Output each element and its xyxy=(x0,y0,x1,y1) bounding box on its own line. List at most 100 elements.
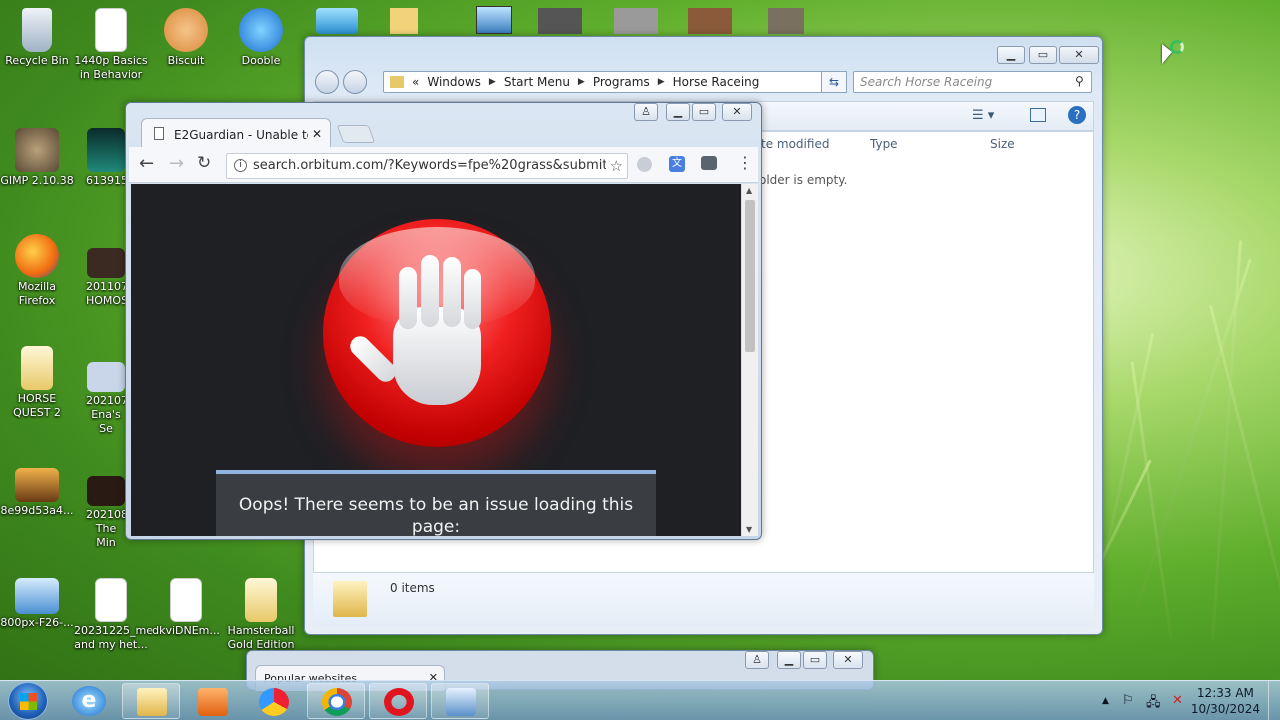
desktop-icon-recycle-bin[interactable]: Recycle Bin xyxy=(0,8,74,68)
column-header-size[interactable]: Size xyxy=(990,137,1015,151)
desktop-icon-horse-quest[interactable]: HORSE QUEST 2 xyxy=(0,346,74,420)
breadcrumb-horse-raceing[interactable]: Horse Raceing xyxy=(673,75,760,89)
scroll-up-icon[interactable]: ▲ xyxy=(746,186,752,195)
desktop-icon-8e99d53a4[interactable]: 8e99d53a4... xyxy=(0,468,74,518)
refresh-icon[interactable]: ⇆ xyxy=(821,71,847,93)
help-icon[interactable]: ? xyxy=(1068,106,1086,124)
action-center-flag-icon[interactable]: ⚐ xyxy=(1122,693,1134,708)
column-header-date-modified[interactable]: te modified xyxy=(761,137,829,151)
desktop-icon-label: Mozilla Firefox xyxy=(18,280,56,307)
menu-dots-icon[interactable]: ⋮ xyxy=(737,153,753,172)
close-button[interactable]: ✕ xyxy=(1059,46,1099,64)
translate-icon[interactable]: 文 xyxy=(669,156,685,172)
desktop-icon-firefox[interactable]: Mozilla Firefox xyxy=(0,234,74,308)
blocked-page: Oops! There seems to be an issue loading… xyxy=(131,184,741,536)
item-count: 0 items xyxy=(390,581,435,595)
close-button[interactable]: ✕ xyxy=(833,651,863,669)
profile-button[interactable]: ♙ xyxy=(745,651,769,669)
breadcrumb-arrow-icon[interactable]: ▶ xyxy=(658,77,665,87)
desktop-icon-gimp[interactable]: GIMP 2.10.38 xyxy=(0,128,74,188)
show-desktop-button[interactable] xyxy=(1268,681,1280,720)
desktop-icon-partial[interactable] xyxy=(390,8,418,34)
breadcrumb-start-menu[interactable]: Start Menu xyxy=(504,75,570,89)
view-options-icon[interactable]: ☰ ▾ xyxy=(972,108,994,123)
volume-muted-icon[interactable]: ✕ xyxy=(1172,693,1183,708)
new-tab-button[interactable] xyxy=(336,125,376,143)
desktop-icon-label: dkviDNEm... xyxy=(152,624,220,637)
taskbar-orbitum[interactable] xyxy=(307,683,365,719)
search-input[interactable]: Search Horse Raceing xyxy=(853,71,1092,93)
desktop-icon-dkvidnem[interactable]: dkviDNEm... xyxy=(149,578,223,638)
back-button[interactable] xyxy=(315,70,339,94)
folder-icon xyxy=(137,688,167,716)
taskbar-mail[interactable] xyxy=(431,683,489,719)
breadcrumb-arrow-icon[interactable]: ▶ xyxy=(489,77,496,87)
scroll-thumb[interactable] xyxy=(745,200,755,352)
desktop-icon-partial[interactable] xyxy=(476,6,512,34)
breadcrumb-arrow-icon[interactable]: ▶ xyxy=(578,77,585,87)
desktop-icon-2021080[interactable]: 2021080 The Min xyxy=(86,476,135,550)
browser-tab-active[interactable]: E2Guardian - Unable to ✕ xyxy=(141,118,331,148)
profile-button[interactable]: ♙ xyxy=(634,103,658,121)
colorful-browser-icon xyxy=(259,688,289,716)
desktop-icon-2021071[interactable]: 2021071 Ena's Se xyxy=(86,362,135,436)
breadcrumb-overflow[interactable]: « xyxy=(412,75,419,89)
desktop-icon-partial[interactable] xyxy=(614,8,658,34)
tab-close-icon[interactable]: ✕ xyxy=(307,127,322,141)
desktop-icon-1440p[interactable]: 1440p Basics in Behavior xyxy=(74,8,148,82)
breadcrumb-programs[interactable]: Programs xyxy=(593,75,650,89)
speech-bubble-icon[interactable] xyxy=(701,156,717,170)
stop-hand-icon xyxy=(323,219,551,447)
hand-finger xyxy=(399,267,417,329)
minimize-button[interactable]: ▁ xyxy=(997,46,1025,64)
desktop-icon-hamsterball[interactable]: Hamsterball Gold Edition xyxy=(224,578,298,652)
maximize-button[interactable]: ▭ xyxy=(1029,46,1057,64)
minimize-button[interactable]: ▁ xyxy=(666,103,690,121)
taskbar: e ▲ ⚐ 🖧 ✕ 12:33 AM 10/30/2024 xyxy=(0,680,1280,720)
desktop-icon-800px[interactable]: 800px-F26-... xyxy=(0,578,74,630)
vertical-scrollbar[interactable]: ▲ ▼ xyxy=(741,184,758,536)
desktop-icon-biscuit[interactable]: Biscuit xyxy=(149,8,223,68)
folder-small-icon xyxy=(390,76,404,88)
taskbar-explorer[interactable] xyxy=(122,683,180,719)
browser-toolbar: ← → ↻ i search.orbitum.com/?Keywords=fpe… xyxy=(129,147,758,183)
taskbar-browser-1[interactable] xyxy=(244,683,302,719)
forward-button[interactable] xyxy=(343,70,367,94)
system-clock[interactable]: 12:33 AM 10/30/2024 xyxy=(1191,685,1260,717)
network-icon[interactable]: 🖧 xyxy=(1146,693,1161,715)
back-arrow-icon[interactable]: ← xyxy=(139,153,154,174)
audio-file-icon xyxy=(95,578,127,622)
forward-arrow-icon[interactable]: → xyxy=(169,153,184,174)
video-thumbnail-icon xyxy=(87,248,125,278)
maximize-button[interactable]: ▭ xyxy=(692,103,716,121)
extension-icon[interactable] xyxy=(637,157,652,172)
desktop-icon-20231225[interactable]: 20231225_me and my het... xyxy=(74,578,153,652)
desktop-icon-dooble[interactable]: Dooble xyxy=(224,8,298,68)
reload-icon[interactable]: ↻ xyxy=(197,153,211,173)
desktop-icon-partial[interactable] xyxy=(316,8,358,34)
search-icon[interactable]: ⚲ xyxy=(1075,74,1084,88)
mail-icon xyxy=(446,688,476,716)
dooble-icon xyxy=(239,8,283,52)
column-header-type[interactable]: Type xyxy=(870,137,898,151)
minimize-button[interactable]: ▁ xyxy=(777,651,801,669)
maximize-button[interactable]: ▭ xyxy=(803,651,827,669)
desktop-icon-partial[interactable] xyxy=(688,8,732,34)
close-button[interactable]: ✕ xyxy=(722,103,752,121)
taskbar-opera[interactable] xyxy=(369,683,427,719)
preview-pane-icon[interactable] xyxy=(1030,108,1046,122)
breadcrumb-windows[interactable]: Windows xyxy=(427,75,481,89)
desktop-icon-20110718[interactable]: 20110718 HOMOS xyxy=(86,248,142,308)
ie-taskbar-icon[interactable]: e xyxy=(72,686,106,716)
taskbar-media[interactable] xyxy=(183,683,241,719)
desktop-icon-partial[interactable] xyxy=(538,8,582,34)
url-bar[interactable]: i search.orbitum.com/?Keywords=fpe%20gra… xyxy=(226,153,628,179)
start-button[interactable] xyxy=(8,682,48,720)
desktop-icon-613915[interactable]: 613915f2 xyxy=(86,128,139,188)
bookmark-star-icon[interactable]: ☆ xyxy=(605,157,623,175)
browser-window[interactable]: ♙ ▁ ▭ ✕ E2Guardian - Unable to ✕ ← → ↻ i… xyxy=(125,102,762,540)
address-bar[interactable]: « Windows ▶ Start Menu ▶ Programs ▶ Hors… xyxy=(383,71,847,93)
desktop-icon-partial[interactable] xyxy=(768,8,804,34)
scroll-down-icon[interactable]: ▼ xyxy=(746,525,752,534)
show-hidden-icons-icon[interactable]: ▲ xyxy=(1102,696,1109,706)
